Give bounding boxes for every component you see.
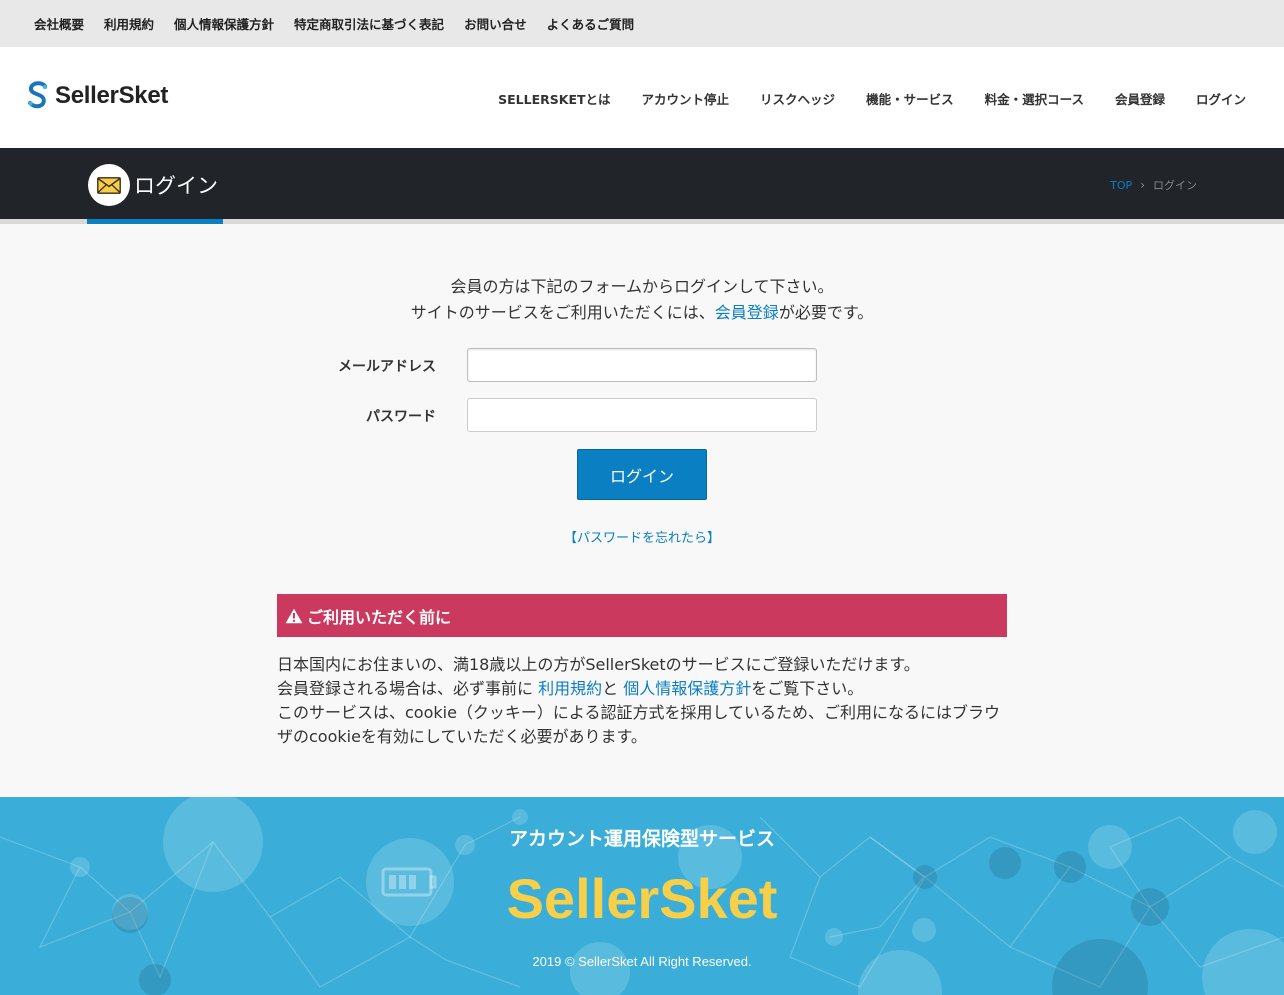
notice-line-2: 会員登録される場合は、必ず事前に 利用規約と 個人情報保護方針をご覧下さい。 — [277, 677, 1007, 701]
terms-link[interactable]: 利用規約 — [538, 679, 602, 698]
notice-heading-bar: ご利用いただく前に — [277, 594, 1007, 637]
title-accent-bar — [87, 219, 223, 224]
logo-text: SellerSket — [55, 82, 169, 109]
nav-risk-hedge[interactable]: リスクヘッジ — [760, 89, 835, 108]
site-footer: アカウント運用保険型サービス SellerSket 2019 © SellerS… — [0, 797, 1284, 995]
notice-heading: ご利用いただく前に — [307, 607, 452, 627]
privacy-policy-link[interactable]: 個人情報保護方針 — [623, 679, 751, 698]
utility-bar: 会社概要 利用規約 個人情報保護方針 特定商取引法に基づく表記 お問い合せ よく… — [0, 0, 1284, 47]
breadcrumb-separator-icon: › — [1140, 178, 1145, 192]
footer-tagline: アカウント運用保険型サービス — [508, 828, 775, 850]
utility-link-faq[interactable]: よくあるご質問 — [547, 14, 635, 33]
nav-account-suspension[interactable]: アカウント停止 — [642, 89, 730, 108]
utility-link-terms[interactable]: 利用規約 — [104, 14, 154, 33]
notice-body: 日本国内にお住まいの、満18歳以上の方がSellerSketのサービスにご登録い… — [277, 653, 1007, 749]
notice-line-2-mid: と — [602, 679, 624, 698]
notice-line-3: このサービスは、cookie（クッキー）による認証方式を採用しているため、ご利用… — [277, 703, 1000, 746]
password-label: パスワード — [366, 409, 436, 425]
nav-register[interactable]: 会員登録 — [1115, 89, 1165, 108]
site-logo[interactable]: SellerSket — [26, 80, 168, 112]
title-icon-circle — [88, 164, 130, 206]
password-field[interactable] — [467, 398, 817, 432]
utility-link-company[interactable]: 会社概要 — [34, 14, 84, 33]
nav-login[interactable]: ログイン — [1196, 89, 1246, 108]
footer-brand: SellerSket — [506, 867, 778, 930]
intro-line-2: サイトのサービスをご利用いただくには、会員登録が必要です。 — [0, 300, 1284, 326]
register-link[interactable]: 会員登録 — [715, 303, 779, 322]
warning-icon — [285, 608, 303, 623]
forgot-password-link[interactable]: 【パスワードを忘れたら】 — [0, 527, 1284, 546]
utility-link-commerce-law[interactable]: 特定商取引法に基づく表記 — [294, 14, 444, 33]
footer-copyright: 2019 © SellerSket All Right Reserved. — [532, 954, 752, 969]
page-title: ログイン — [134, 174, 218, 198]
login-intro: 会員の方は下記のフォームからログインして下さい。 サイトのサービスをご利用いただ… — [0, 274, 1284, 326]
breadcrumb-current: ログイン — [1153, 179, 1197, 192]
envelope-icon — [97, 176, 121, 194]
intro-line-1: 会員の方は下記のフォームからログインして下さい。 — [450, 277, 834, 296]
utility-link-privacy[interactable]: 個人情報保護方針 — [174, 14, 274, 33]
email-field[interactable] — [467, 348, 817, 382]
nav-pricing[interactable]: 料金・選択コース — [985, 89, 1084, 108]
utility-nav: 会社概要 利用規約 個人情報保護方針 特定商取引法に基づく表記 お問い合せ よく… — [0, 0, 1284, 47]
main-nav: SELLERSKETとは アカウント停止 リスクヘッジ 機能・サービス 料金・選… — [467, 89, 1246, 108]
intro-line-2-before: サイトのサービスをご利用いただくには、 — [410, 303, 715, 322]
logo-s-icon — [28, 81, 48, 109]
breadcrumb: TOP › ログイン — [1110, 177, 1197, 193]
nav-about[interactable]: SELLERSKETとは — [498, 89, 610, 108]
login-button[interactable]: ログイン — [577, 449, 707, 500]
email-label: メールアドレス — [338, 359, 436, 375]
notice-line-2-after: をご覧下さい。 — [751, 679, 864, 698]
intro-line-2-after: が必要です。 — [778, 303, 874, 322]
site-header: SellerSket SELLERSKETとは アカウント停止 リスクヘッジ 機… — [0, 47, 1284, 148]
utility-link-contact[interactable]: お問い合せ — [464, 14, 527, 33]
notice-line-1: 日本国内にお住まいの、満18歳以上の方がSellerSketのサービスにご登録い… — [277, 655, 920, 674]
breadcrumb-top-link[interactable]: TOP — [1110, 179, 1132, 192]
notice-line-2-before: 会員登録される場合は、必ず事前に — [277, 679, 539, 698]
nav-features[interactable]: 機能・サービス — [866, 89, 954, 108]
